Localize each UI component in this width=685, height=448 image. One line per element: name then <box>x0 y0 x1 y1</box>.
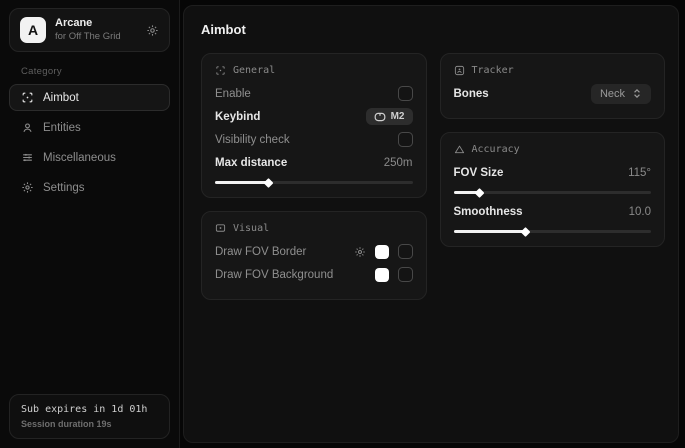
mouse-icon <box>374 112 386 122</box>
crosshair-icon <box>21 91 34 104</box>
draw-fov-background-label: Draw FOV Background <box>215 269 333 281</box>
main-content: Aimbot General <box>183 5 679 443</box>
app-window: A Arcane for Off The Grid Category <box>0 0 685 448</box>
fov-size-slider-fill <box>454 191 480 194</box>
app-logo: A <box>20 17 46 43</box>
row-smoothness: Smoothness 10.0 <box>454 200 652 223</box>
keybind-button[interactable]: M2 <box>366 108 413 125</box>
session-duration-text: Session duration 19s <box>21 419 158 429</box>
triangle-icon <box>454 144 465 155</box>
bones-selected-value: Neck <box>600 88 625 100</box>
sidebar-item-label: Entities <box>43 122 81 134</box>
smoothness-label: Smoothness <box>454 206 523 218</box>
row-enable: Enable <box>215 82 413 105</box>
row-bones: Bones Neck <box>454 82 652 105</box>
max-distance-slider[interactable] <box>215 181 413 184</box>
enable-label: Enable <box>215 88 251 100</box>
row-draw-fov-background: Draw FOV Background <box>215 263 413 286</box>
draw-fov-background-checkbox[interactable] <box>398 267 413 282</box>
page-title: Aimbot <box>201 22 665 37</box>
sidebar-item-entities[interactable]: Entities <box>9 114 170 141</box>
smoothness-slider-fill <box>454 230 525 233</box>
panel-accuracy: Accuracy FOV Size 115° Smoothness 10.0 <box>440 132 666 247</box>
panel-general: General Enable Keybind <box>201 53 427 198</box>
smoothness-value: 10.0 <box>629 206 651 218</box>
gear-icon[interactable] <box>354 246 366 258</box>
sidebar-item-label: Settings <box>43 182 85 194</box>
panel-header-label: Visual <box>233 223 269 234</box>
panel-header-label: Accuracy <box>472 144 520 155</box>
max-distance-label: Max distance <box>215 157 287 169</box>
sidebar-item-miscellaneous[interactable]: Miscellaneous <box>9 144 170 171</box>
person-target-icon <box>454 65 465 76</box>
subscription-info: Sub expires in 1d 01h Session duration 1… <box>9 394 170 439</box>
keybind-label: Keybind <box>215 111 260 123</box>
eye-icon <box>215 223 226 234</box>
fov-size-value: 115° <box>628 167 651 179</box>
bones-label: Bones <box>454 88 489 100</box>
gear-icon[interactable] <box>146 24 159 37</box>
sidebar-item-label: Miscellaneous <box>43 152 116 164</box>
row-fov-size: FOV Size 115° <box>454 161 652 184</box>
fov-border-color-swatch[interactable] <box>375 245 389 259</box>
panel-header-label: General <box>233 65 275 76</box>
keybind-value: M2 <box>391 111 405 122</box>
panel-tracker: Tracker Bones Neck <box>440 53 666 119</box>
app-subtitle: for Off The Grid <box>55 31 137 43</box>
chevron-updown-icon <box>632 88 642 99</box>
row-visibility-check: Visibility check <box>215 128 413 151</box>
row-max-distance: Max distance 250m <box>215 151 413 174</box>
category-label: Category <box>21 66 179 77</box>
visibility-check-checkbox[interactable] <box>398 132 413 147</box>
sliders-icon <box>21 151 34 164</box>
max-distance-value: 250m <box>384 157 413 169</box>
sub-expiry-text: Sub expires in 1d 01h <box>21 404 158 415</box>
smoothness-slider[interactable] <box>454 230 652 233</box>
visibility-check-label: Visibility check <box>215 134 290 146</box>
bones-select[interactable]: Neck <box>591 84 651 104</box>
sidebar-item-settings[interactable]: Settings <box>9 174 170 201</box>
settings-gear-icon <box>21 181 34 194</box>
brand-card: A Arcane for Off The Grid <box>9 8 170 52</box>
entities-icon <box>21 121 34 134</box>
fov-background-color-swatch[interactable] <box>375 268 389 282</box>
enable-checkbox[interactable] <box>398 86 413 101</box>
fov-size-slider[interactable] <box>454 191 652 194</box>
draw-fov-border-checkbox[interactable] <box>398 244 413 259</box>
row-keybind: Keybind M2 <box>215 105 413 128</box>
fov-size-label: FOV Size <box>454 167 504 179</box>
panel-visual: Visual Draw FOV Border <box>201 211 427 300</box>
sidebar-item-aimbot[interactable]: Aimbot <box>9 84 170 111</box>
app-title: Arcane <box>55 17 137 31</box>
row-draw-fov-border: Draw FOV Border <box>215 240 413 263</box>
sidebar: A Arcane for Off The Grid Category <box>0 0 180 448</box>
max-distance-slider-fill <box>215 181 268 184</box>
sidebar-item-label: Aimbot <box>43 92 79 104</box>
panel-header-label: Tracker <box>472 65 514 76</box>
crosshair-icon <box>215 65 226 76</box>
sidebar-nav: Aimbot Entities <box>9 84 170 201</box>
draw-fov-border-label: Draw FOV Border <box>215 246 306 258</box>
